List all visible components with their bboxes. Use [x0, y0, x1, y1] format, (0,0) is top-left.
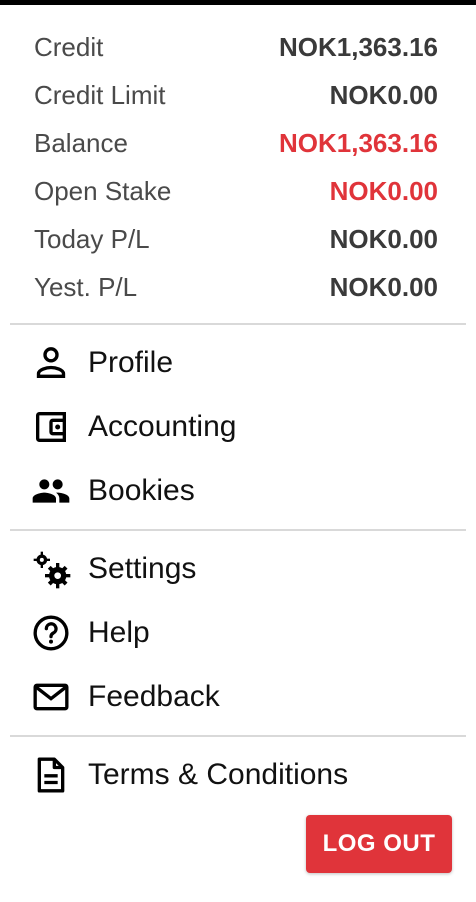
- mail-icon: [30, 676, 72, 718]
- summary-row-balance: Balance NOK1,363.16: [34, 119, 438, 167]
- document-icon: [30, 754, 72, 796]
- menu-item-bookies[interactable]: Bookies: [0, 459, 476, 523]
- account-menu-panel: Credit NOK1,363.16 Credit Limit NOK0.00 …: [0, 0, 476, 902]
- summary-label: Open Stake: [34, 175, 172, 206]
- menu-item-label: Accounting: [88, 410, 237, 443]
- menu-item-label: Terms & Conditions: [88, 758, 349, 791]
- summary-value: NOK0.00: [329, 175, 438, 206]
- summary-row-credit: Credit NOK1,363.16: [34, 23, 438, 71]
- summary-row-yesterday-pl: Yest. P/L NOK0.00: [34, 263, 438, 311]
- summary-value: NOK1,363.16: [279, 127, 438, 158]
- summary-value: NOK1,363.16: [279, 31, 438, 62]
- menu-section-support: Settings Help Feedback: [0, 531, 476, 735]
- menu-item-profile[interactable]: Profile: [0, 331, 476, 395]
- summary-value: NOK0.00: [329, 271, 438, 302]
- help-circle-icon: [30, 612, 72, 654]
- menu-item-terms[interactable]: Terms & Conditions: [0, 743, 476, 807]
- menu-item-label: Bookies: [88, 474, 195, 507]
- summary-label: Credit: [34, 31, 104, 62]
- summary-row-open-stake: Open Stake NOK0.00: [34, 167, 438, 215]
- account-summary: Credit NOK1,363.16 Credit Limit NOK0.00 …: [0, 5, 476, 311]
- summary-label: Today P/L: [34, 223, 150, 254]
- summary-value: NOK0.00: [329, 223, 438, 254]
- person-icon: [30, 342, 72, 384]
- gears-icon: [30, 548, 72, 590]
- summary-row-credit-limit: Credit Limit NOK0.00: [34, 71, 438, 119]
- logout-button[interactable]: LOG OUT: [306, 815, 452, 873]
- menu-section-account: Profile Accounting Bookies: [0, 325, 476, 529]
- menu-section-legal: Terms & Conditions: [0, 737, 476, 813]
- summary-label: Yest. P/L: [34, 271, 138, 302]
- menu-item-label: Profile: [88, 346, 174, 379]
- menu-item-feedback[interactable]: Feedback: [0, 665, 476, 729]
- menu-item-label: Feedback: [88, 680, 220, 713]
- wallet-icon: [30, 406, 72, 448]
- menu-item-accounting[interactable]: Accounting: [0, 395, 476, 459]
- summary-row-today-pl: Today P/L NOK0.00: [34, 215, 438, 263]
- summary-label: Balance: [34, 127, 128, 158]
- menu-item-help[interactable]: Help: [0, 601, 476, 665]
- menu-item-settings[interactable]: Settings: [0, 537, 476, 601]
- summary-value: NOK0.00: [329, 79, 438, 110]
- menu-item-label: Settings: [88, 552, 197, 585]
- menu-item-label: Help: [88, 616, 150, 649]
- summary-label: Credit Limit: [34, 79, 166, 110]
- group-icon: [30, 470, 72, 512]
